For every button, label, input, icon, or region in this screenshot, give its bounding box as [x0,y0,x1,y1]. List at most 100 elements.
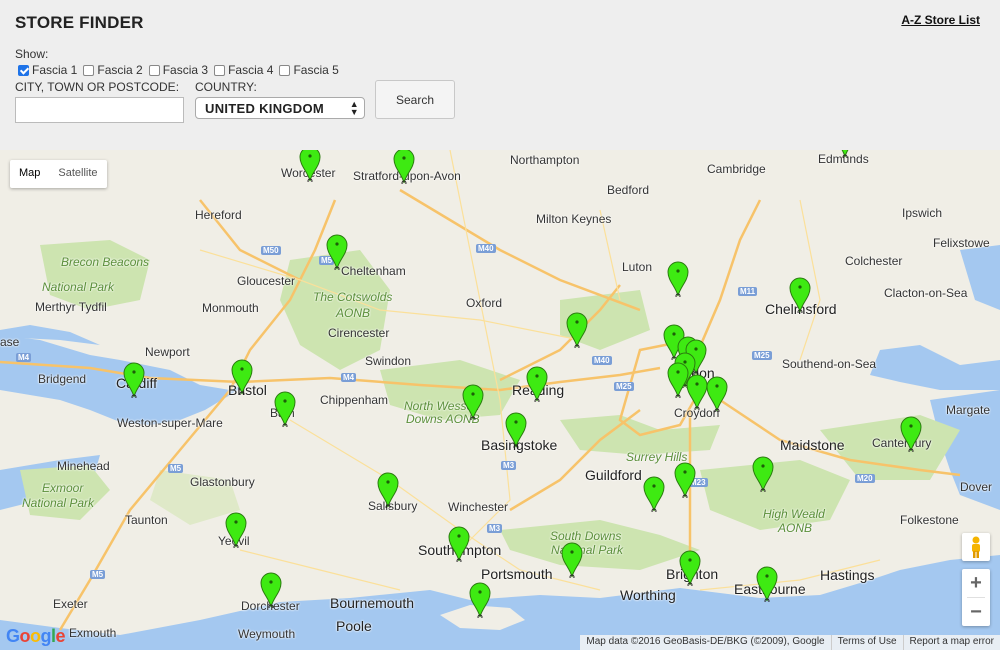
road-label: M25 [752,351,772,360]
road-label: M4 [341,373,357,382]
fascia-1-option[interactable]: Fascia 1 [15,63,77,77]
place-label: Weymouth [238,627,296,641]
place-label: Weston-super-Mare [117,416,223,430]
report-map-error-link[interactable]: Report a map error [902,635,1000,650]
place-label: Exmoor [42,481,84,495]
country-select[interactable]: UNITED KINGDOM ▲ ▼ [195,97,365,119]
map-data-credit: Map data ©2016 GeoBasis-DE/BKG (©2009), … [586,636,825,647]
store-marker[interactable] [123,362,145,398]
map-type-map-button[interactable]: Map [10,160,49,188]
store-marker[interactable] [674,462,696,498]
place-label: Newport [145,345,190,359]
pegman-icon [972,536,980,558]
fascia-3-option[interactable]: Fascia 3 [146,63,208,77]
place-label: Colchester [845,254,903,268]
fascia-5-option[interactable]: Fascia 5 [276,63,339,77]
store-marker[interactable] [561,542,583,578]
store-marker[interactable] [643,476,665,512]
place-label: Glastonbury [190,475,255,489]
place-label: Winchester [448,500,509,514]
store-marker[interactable] [231,359,253,395]
store-marker[interactable] [225,512,247,548]
store-marker[interactable] [469,582,491,618]
store-marker[interactable] [566,312,588,348]
road-label: M40 [592,356,612,365]
store-marker[interactable] [789,277,811,313]
place-label: Exmouth [69,626,117,640]
store-marker[interactable] [686,374,708,410]
place-label: Milton Keynes [536,212,612,226]
store-marker[interactable] [299,150,321,182]
fascia-filter-row: Fascia 1 Fascia 2 Fascia 3 Fascia 4 Fasc… [15,63,342,77]
fascia-3-checkbox[interactable] [148,64,160,76]
place-label: Cambridge [707,162,766,176]
place-label: Folkestone [900,513,959,527]
road-label: M4 [16,353,32,362]
terms-of-use-link[interactable]: Terms of Use [830,635,903,650]
select-arrows-icon: ▲ ▼ [349,99,359,117]
place-label: Merthyr Tydfil [35,300,107,314]
place-label: Minehead [57,459,110,473]
map-attribution: Map data ©2016 GeoBasis-DE/BKG (©2009), … [580,635,1000,650]
place-label: Bridgend [38,372,87,386]
country-field-label: COUNTRY: [195,80,257,94]
store-marker[interactable] [274,391,296,427]
city-postcode-input[interactable] [15,97,184,123]
place-label: Felixstowe [933,236,990,250]
place-label: Brecon Beacons [61,255,150,269]
fascia-2-option[interactable]: Fascia 2 [80,63,143,77]
store-marker[interactable] [326,234,348,270]
search-button[interactable]: Search [375,80,455,119]
road-label: M11 [738,287,758,296]
google-logo[interactable]: Google [6,626,66,647]
street-view-pegman[interactable] [962,533,990,561]
map-type-satellite-button[interactable]: Satellite [49,160,106,188]
zoom-in-button[interactable]: + [962,569,990,597]
fascia-4-checkbox[interactable] [214,64,226,76]
store-marker[interactable] [834,150,856,158]
fascia-1-checkbox[interactable] [18,64,29,76]
store-marker[interactable] [679,550,701,586]
store-marker[interactable] [900,416,922,452]
fascia-4-option[interactable]: Fascia 4 [211,63,273,77]
store-map[interactable]: Map Satellite Northampton Cambridge Edmu… [0,150,1000,650]
page-title: STORE FINDER [15,13,144,32]
place-label: South Downs [550,529,622,543]
place-label: High Weald [763,507,825,521]
store-marker[interactable] [752,456,774,492]
place-label: Luton [622,260,653,274]
place-label: Poole [336,618,372,634]
road-label: M40 [476,244,496,253]
place-label: Bedford [607,183,650,197]
store-marker[interactable] [526,366,548,402]
store-marker[interactable] [505,412,527,448]
store-marker[interactable] [260,572,282,608]
place-label: Portsmouth [481,566,553,582]
fascia-3-label: Fascia 3 [162,63,209,77]
place-label: Taunton [125,513,168,527]
place-label: Oxford [466,296,503,310]
place-label: Maidstone [780,437,845,453]
store-marker[interactable] [448,526,470,562]
place-label: The Cotswolds [313,290,393,304]
store-marker[interactable] [706,376,728,412]
place-label: Cheltenham [341,264,406,278]
store-marker[interactable] [462,384,484,420]
road-label: M3 [501,461,517,470]
place-label: Hastings [820,567,875,583]
store-marker[interactable] [667,261,689,297]
google-logo-text: Google [6,626,66,646]
fascia-5-checkbox[interactable] [279,64,291,76]
city-field-label: CITY, TOWN OR POSTCODE: [15,80,180,94]
place-label: Guildford [585,467,642,483]
zoom-out-button[interactable]: − [962,598,990,626]
road-label: M50 [261,246,281,255]
store-marker[interactable] [393,150,415,184]
road-label: M25 [614,382,634,391]
az-store-list-link[interactable]: A-Z Store List [901,13,980,27]
road-label: M5 [168,464,184,473]
place-label: AONB [336,306,371,320]
fascia-2-checkbox[interactable] [83,64,95,76]
store-marker[interactable] [377,472,399,508]
store-marker[interactable] [756,566,778,602]
